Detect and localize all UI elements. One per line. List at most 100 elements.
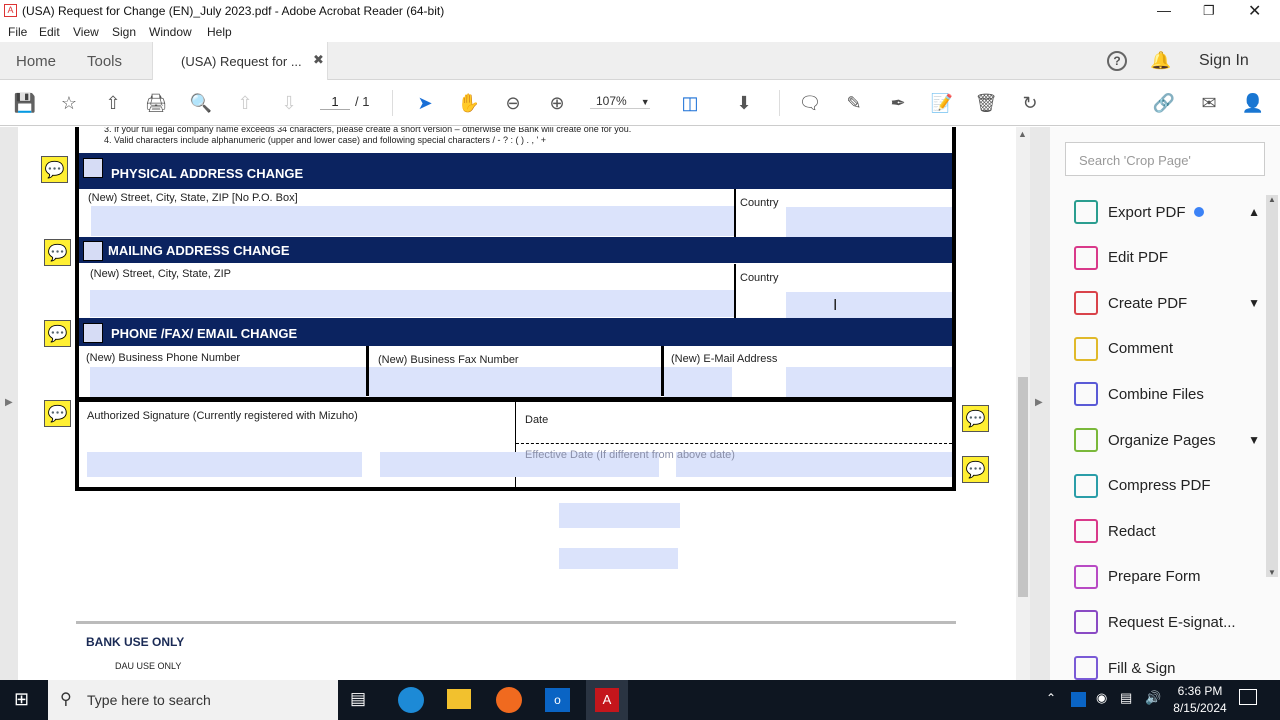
taskbar-acrobat-active[interactable]: A xyxy=(586,680,628,720)
taskbar-search-box[interactable]: ⚲ Type here to search xyxy=(48,680,338,720)
minimize-button[interactable]: — xyxy=(1157,2,1171,18)
physical-address-checkbox[interactable] xyxy=(83,158,103,178)
mailing-country-field[interactable] xyxy=(786,292,952,318)
tool-redact[interactable]: Redact xyxy=(1074,511,1260,551)
tool-compress-pdf[interactable]: Compress PDF xyxy=(1074,466,1260,506)
tool-request-e-signat[interactable]: Request E-signat... xyxy=(1074,602,1260,642)
phone-field[interactable] xyxy=(90,367,366,397)
sticky-note-icon[interactable]: 💬 xyxy=(44,400,71,427)
print-icon[interactable]: 🖨 xyxy=(144,91,168,115)
close-tab-icon[interactable]: ✖ xyxy=(313,52,324,68)
tools-scrollbar[interactable]: ▲ ▼ xyxy=(1266,195,1278,577)
notification-center-icon[interactable] xyxy=(1239,689,1257,705)
physical-country-field[interactable] xyxy=(786,207,952,237)
menu-window[interactable]: Window xyxy=(149,25,192,39)
sticky-note-icon[interactable]: 💬 xyxy=(44,239,71,266)
extra-field-1[interactable] xyxy=(559,503,680,528)
notifications-bell-icon[interactable]: 🔔 xyxy=(1150,51,1171,71)
mailing-address-checkbox[interactable] xyxy=(83,241,103,261)
tool-export-pdf[interactable]: Export PDF ▲ xyxy=(1074,192,1260,232)
restore-button[interactable]: ❐ xyxy=(1203,3,1215,19)
phone-fax-email-checkbox[interactable] xyxy=(83,323,103,343)
zoom-level-select[interactable]: 107% ▼ xyxy=(590,94,650,109)
add-user-icon[interactable]: 👤 xyxy=(1241,91,1265,115)
previous-page-icon[interactable]: ⇧ xyxy=(233,91,257,115)
extra-field-2[interactable] xyxy=(559,548,678,569)
sign-in-button[interactable]: Sign In xyxy=(1199,52,1249,70)
volume-icon[interactable]: 🔊 xyxy=(1145,690,1161,706)
tool-icon xyxy=(1074,428,1098,452)
document-scrollbar[interactable]: ▲ xyxy=(1016,127,1030,680)
task-view-icon[interactable]: ▤ xyxy=(350,689,366,709)
sticky-note-icon[interactable]: 💬 xyxy=(44,320,71,347)
chevron-down-icon[interactable]: ▼ xyxy=(1248,433,1260,447)
scroll-down-icon[interactable]: ▼ xyxy=(1268,568,1276,577)
tab-tools[interactable]: Tools xyxy=(87,53,122,70)
outlook-tray-icon[interactable] xyxy=(1071,692,1086,707)
sticky-note-icon[interactable]: 💬 xyxy=(962,456,989,483)
menu-view[interactable]: View xyxy=(73,25,99,39)
tool-organize-pages[interactable]: Organize Pages ▼ xyxy=(1074,420,1260,460)
rotate-icon[interactable]: ↻ xyxy=(1018,91,1042,115)
close-window-button[interactable]: ✕ xyxy=(1248,1,1261,21)
next-page-icon[interactable]: ⇩ xyxy=(277,91,301,115)
sign-pen-icon[interactable]: ✒ xyxy=(886,91,910,115)
fit-page-icon[interactable]: ◫ xyxy=(678,91,702,115)
outlook-icon[interactable]: o xyxy=(545,688,570,712)
show-hidden-icons[interactable]: ⌃ xyxy=(1046,691,1056,705)
highlight-pen-icon[interactable]: ✎ xyxy=(842,91,866,115)
edge-browser-icon[interactable] xyxy=(398,687,424,713)
chevron-up-icon[interactable]: ▲ xyxy=(1248,205,1260,219)
camera-icon[interactable]: ◉ xyxy=(1096,690,1107,706)
edit-document-icon[interactable]: 📝 xyxy=(930,91,954,115)
hand-tool-icon[interactable]: ✋ xyxy=(457,91,481,115)
tools-search-input[interactable]: Search 'Crop Page' xyxy=(1065,142,1265,176)
tab-document-label: (USA) Request for ... xyxy=(181,54,302,69)
scroll-up-icon[interactable]: ▲ xyxy=(1268,195,1276,204)
fax-field[interactable] xyxy=(369,367,661,397)
share-link-icon[interactable]: 🔗 xyxy=(1152,91,1176,115)
firefox-icon[interactable] xyxy=(496,687,522,713)
menu-edit[interactable]: Edit xyxy=(39,25,60,39)
email-field-2[interactable] xyxy=(786,367,952,397)
mailing-street-field[interactable] xyxy=(90,290,734,317)
physical-street-field[interactable] xyxy=(91,206,734,236)
tool-comment[interactable]: Comment xyxy=(1074,329,1260,369)
bookmark-star-icon[interactable]: ☆ xyxy=(57,91,81,115)
select-cursor-icon[interactable]: ➤ xyxy=(413,91,437,115)
scroll-up-icon[interactable]: ▲ xyxy=(1018,129,1027,139)
scroll-mode-icon[interactable]: ⬇ xyxy=(732,91,756,115)
tool-combine-files[interactable]: Combine Files xyxy=(1074,374,1260,414)
signature-field[interactable] xyxy=(87,452,362,477)
menu-sign[interactable]: Sign xyxy=(112,25,136,39)
windows-start-icon[interactable]: ⊞ xyxy=(14,689,29,710)
tool-edit-pdf[interactable]: Edit PDF xyxy=(1074,238,1260,278)
save-icon[interactable]: 💾 xyxy=(13,91,37,115)
menu-help[interactable]: Help xyxy=(207,25,232,39)
sticky-note-icon[interactable]: 💬 xyxy=(962,405,989,432)
upload-cloud-icon[interactable]: ⇧ xyxy=(101,91,125,115)
tab-home[interactable]: Home xyxy=(16,53,56,70)
clock-date[interactable]: 8/15/2024 xyxy=(1168,701,1232,715)
email-field[interactable] xyxy=(664,367,732,397)
page-number-input[interactable]: 1 xyxy=(320,94,350,110)
search-zoom-icon[interactable]: 🔍 xyxy=(189,91,213,115)
tool-create-pdf[interactable]: Create PDF ▼ xyxy=(1074,283,1260,323)
chevron-down-icon[interactable]: ▼ xyxy=(1248,296,1260,310)
network-icon[interactable]: ▤ xyxy=(1120,690,1132,706)
tool-prepare-form[interactable]: Prepare Form xyxy=(1074,557,1260,597)
tab-document[interactable]: (USA) Request for ... ✖ xyxy=(152,42,328,81)
clock-time[interactable]: 6:36 PM xyxy=(1172,684,1228,698)
sticky-note-icon[interactable]: 💬 xyxy=(41,156,68,183)
delete-trash-icon[interactable]: 🗑 xyxy=(974,91,998,115)
scrollbar-thumb[interactable] xyxy=(1018,377,1028,597)
zoom-in-icon[interactable]: ⊕ xyxy=(545,91,569,115)
help-icon[interactable]: ? xyxy=(1107,51,1127,71)
expand-left-panel-icon[interactable]: ▶ xyxy=(5,397,13,408)
email-icon[interactable]: ✉ xyxy=(1197,91,1221,115)
zoom-out-icon[interactable]: ⊖ xyxy=(501,91,525,115)
collapse-right-panel-icon[interactable]: ▶ xyxy=(1035,397,1043,408)
menu-file[interactable]: File xyxy=(8,25,27,39)
file-explorer-icon[interactable] xyxy=(447,689,471,709)
comment-icon[interactable]: 🗨 xyxy=(798,91,822,115)
